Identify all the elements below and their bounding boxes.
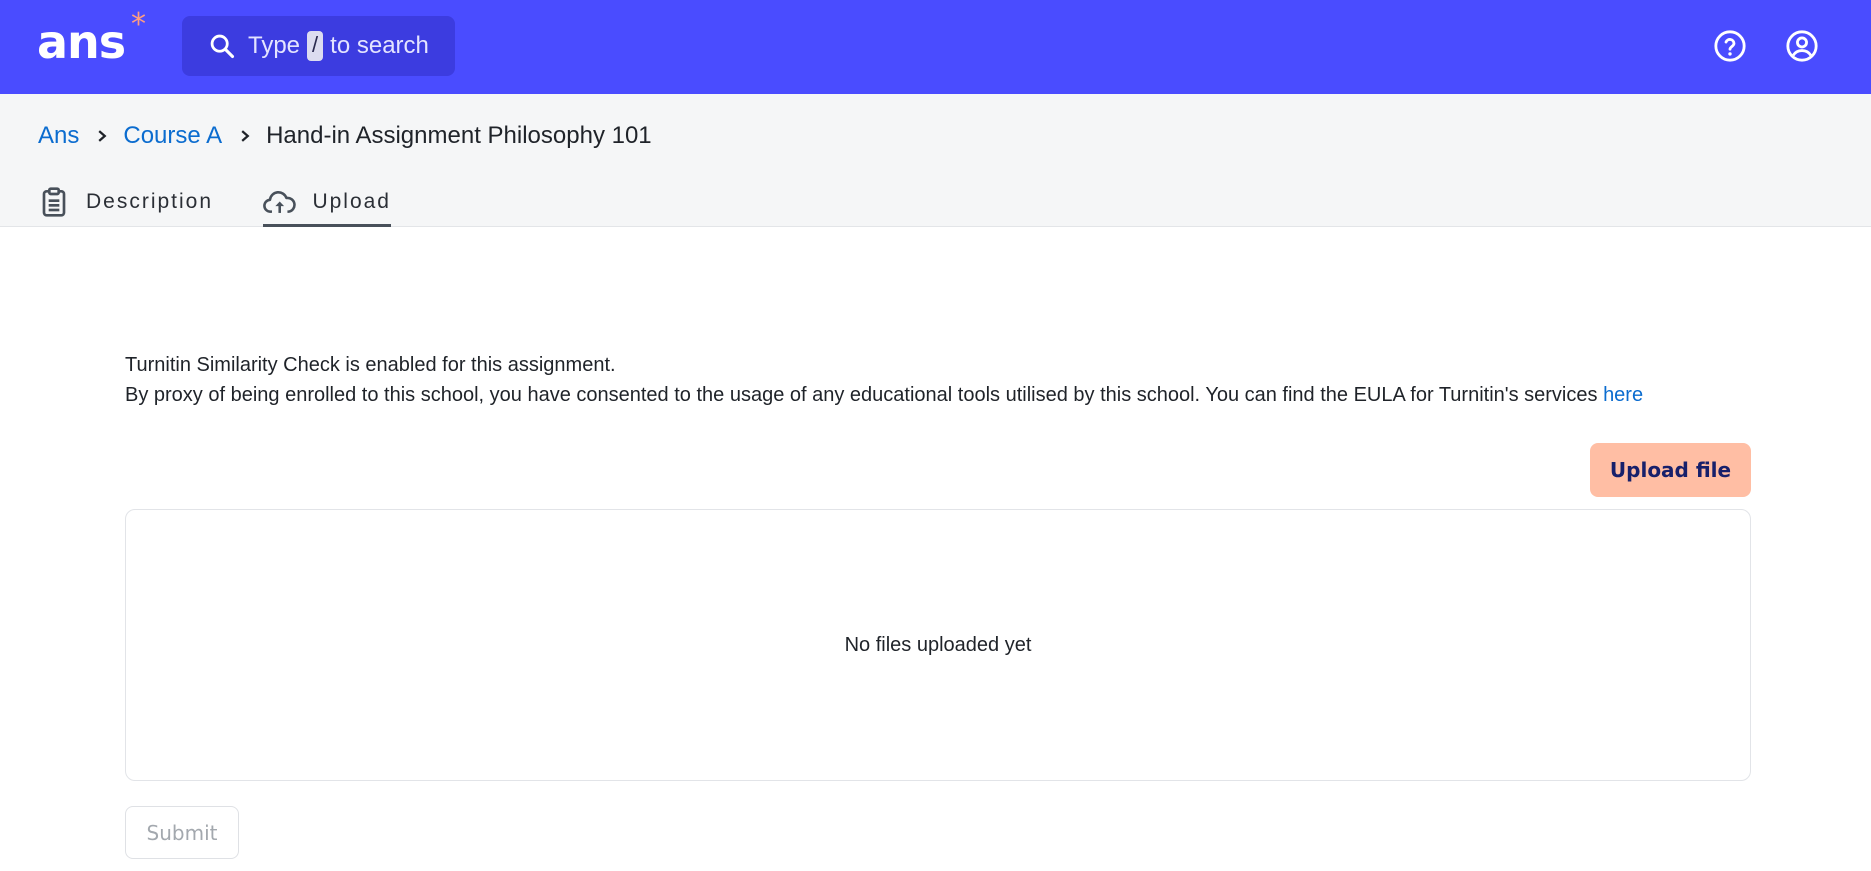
account-button[interactable]	[1785, 29, 1819, 63]
logo-asterisk: *	[131, 7, 146, 42]
breadcrumb-item-ans[interactable]: Ans	[38, 122, 79, 150]
search-placeholder-suffix: to search	[330, 32, 429, 59]
search-input[interactable]: Type / to search	[182, 16, 455, 76]
help-circle-icon	[1714, 30, 1746, 62]
chevron-right-icon	[238, 129, 252, 143]
notice-line-2: By proxy of being enrolled to this schoo…	[125, 380, 1765, 410]
turnitin-notice: Turnitin Similarity Check is enabled for…	[125, 350, 1765, 410]
tab-upload[interactable]: Upload	[263, 176, 391, 227]
page-header: Ans Course A Hand-in Assignment Philosop…	[0, 94, 1871, 227]
empty-state-text: No files uploaded yet	[844, 633, 1032, 656]
user-circle-icon	[1786, 30, 1818, 62]
tab-bar: Description Upload	[38, 176, 391, 227]
search-placeholder-prefix: Type	[248, 32, 301, 59]
notice-consent-text: By proxy of being enrolled to this schoo…	[125, 384, 1598, 406]
search-shortcut-key: /	[307, 31, 324, 61]
chevron-right-icon	[95, 129, 109, 143]
breadcrumb: Ans Course A Hand-in Assignment Philosop…	[38, 118, 652, 154]
eula-link[interactable]: here	[1603, 384, 1643, 406]
search-icon	[210, 34, 235, 59]
clipboard-icon	[42, 186, 66, 217]
uploaded-files-area[interactable]: No files uploaded yet	[125, 509, 1751, 781]
tab-upload-label: Upload	[312, 189, 391, 213]
breadcrumb-current-page: Hand-in Assignment Philosophy 101	[266, 122, 652, 149]
submit-button[interactable]: Submit	[125, 806, 239, 859]
cloud-upload-icon	[263, 190, 296, 213]
breadcrumb-item-course[interactable]: Course A	[123, 122, 222, 150]
tab-description[interactable]: Description	[38, 176, 263, 227]
tab-description-label: Description	[86, 189, 214, 213]
logo-text: ans	[37, 15, 126, 69]
help-button[interactable]	[1713, 29, 1747, 63]
upload-file-button[interactable]: Upload file	[1590, 443, 1751, 497]
top-navigation-bar: ans * Type / to search	[0, 0, 1871, 94]
ans-logo[interactable]: ans *	[37, 10, 146, 72]
notice-line-1: Turnitin Similarity Check is enabled for…	[125, 354, 616, 376]
